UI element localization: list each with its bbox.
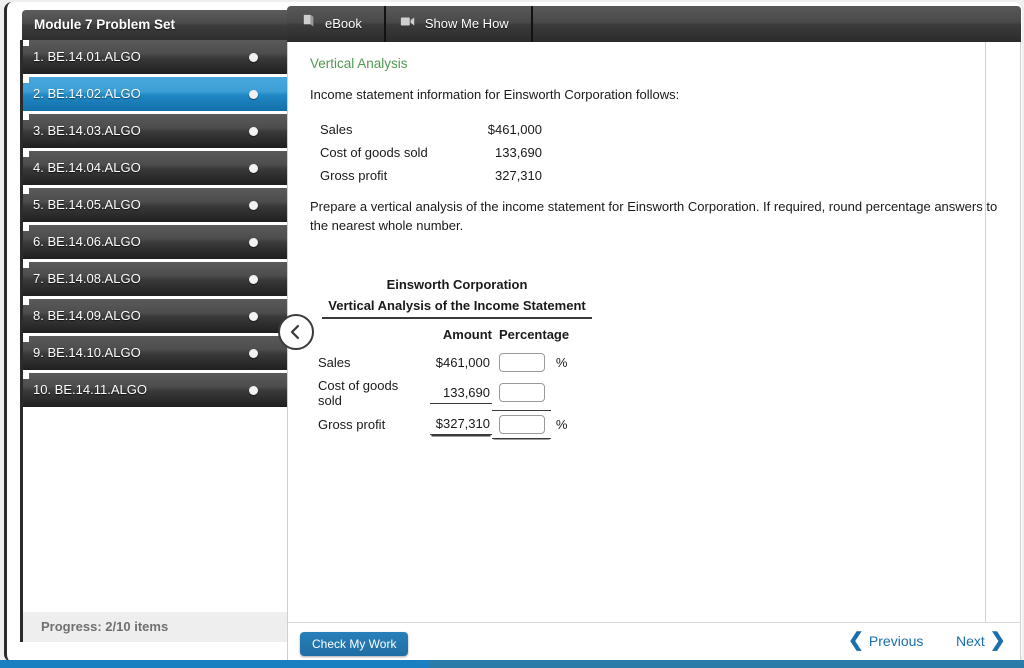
table-row: Sales $461,000% — [318, 348, 569, 376]
sidebar-panel: 1. BE.14.01.ALGO 2. BE.14.02.ALGO 3. BE.14… — [20, 40, 294, 642]
percentage-input-3[interactable] — [499, 414, 545, 434]
row-percentage-cell — [492, 376, 551, 411]
next-button[interactable]: Next ❯ — [956, 630, 1006, 651]
chevron-left-icon — [290, 324, 300, 340]
tab-show-me-how[interactable]: Show Me How — [386, 6, 533, 42]
row-percentage-cell — [492, 410, 551, 439]
problem-list-item-label: 7. BE.14.08.ALGO — [33, 271, 141, 286]
percentage-input-1[interactable] — [499, 352, 545, 372]
problem-list-item-label: 9. BE.14.10.ALGO — [33, 345, 141, 360]
percentage-input-2[interactable] — [499, 383, 545, 403]
status-dot-icon — [249, 127, 258, 136]
given-data-label: Cost of goods sold — [320, 145, 428, 160]
book-icon — [301, 6, 316, 42]
question-content: Vertical Analysis Income statement infor… — [288, 42, 997, 439]
answer-statement-title: Vertical Analysis of the Income Statemen… — [322, 298, 592, 319]
row-percentage-cell — [492, 348, 551, 376]
problem-list-item-6[interactable]: 6. BE.14.06.ALGO — [23, 225, 291, 259]
problem-list-item-7[interactable]: 7. BE.14.08.ALGO — [23, 262, 291, 296]
row-amount-value: $327,310 — [430, 413, 492, 435]
chevron-left-icon: ❮ — [848, 630, 864, 651]
problem-list-item-label: 2. BE.14.02.ALGO — [33, 86, 141, 101]
status-dot-icon — [249, 349, 258, 358]
video-camera-icon — [400, 6, 416, 42]
tab-label: eBook — [325, 16, 362, 31]
status-dot-icon — [249, 201, 258, 210]
given-data-row: Cost of goods sold 133,690 — [320, 141, 564, 164]
previous-label: Previous — [868, 633, 924, 649]
header-percentage: Percentage — [499, 327, 570, 342]
problem-list-item-9[interactable]: 9. BE.14.10.ALGO — [23, 336, 291, 370]
row-amount-value: 133,690 — [430, 382, 492, 404]
problem-list-item-1[interactable]: 1. BE.14.01.ALGO — [23, 40, 291, 74]
row-label: Gross profit — [318, 416, 386, 432]
table-row: Gross profit $327,310% — [318, 410, 569, 439]
row-amount-cell: $461,000 — [430, 348, 492, 376]
status-dot-icon — [249, 238, 258, 247]
question-intro: Income statement information for Einswor… — [310, 87, 680, 102]
row-label: Sales — [318, 354, 351, 370]
status-dot-icon — [249, 53, 258, 62]
next-label: Next — [956, 633, 985, 649]
vertical-analysis-table: Amount Percentage Sales $461,000% Cost of … — [318, 323, 569, 439]
given-data-value: 133,690 — [495, 145, 542, 160]
percent-symbol: % — [555, 354, 568, 370]
status-dot-icon — [249, 275, 258, 284]
question-instruction: Prepare a vertical analysis of the incom… — [310, 199, 998, 233]
row-amount-cell: $327,310 — [430, 410, 492, 438]
application-window: Module 7 Problem Set 1. BE.14.01.ALGO 2. … — [0, 0, 1024, 668]
problem-list-item-label: 3. BE.14.03.ALGO — [33, 123, 141, 138]
content-right-divider — [985, 42, 986, 622]
answer-company-name: Einsworth Corporation — [386, 277, 528, 292]
row-amount-cell: 133,690 — [430, 376, 492, 410]
given-data-row: Sales $461,000 — [320, 118, 564, 141]
tab-bar: eBook Show Me How — [287, 6, 1021, 42]
answer-section: Einsworth Corporation Vertical Analysis … — [318, 277, 980, 439]
problem-list-item-5[interactable]: 5. BE.14.05.ALGO — [23, 188, 291, 222]
row-amount-value: $461,000 — [435, 354, 490, 370]
sidebar-collapse-button[interactable] — [278, 314, 314, 350]
row-label: Cost of goods sold — [318, 378, 399, 408]
given-data-label: Gross profit — [320, 168, 388, 183]
problem-list-item-4[interactable]: 4. BE.14.04.ALGO — [23, 151, 291, 185]
problem-list-item-2[interactable]: 2. BE.14.02.ALGO — [23, 77, 291, 111]
table-row: Cost of goods sold 133,690 — [318, 376, 569, 411]
header-amount: Amount — [442, 327, 492, 342]
content-area: Vertical Analysis Income statement infor… — [287, 42, 1021, 622]
sidebar-header-title: Module 7 Problem Set — [22, 10, 294, 40]
given-data-row: Gross profit 327,310 — [320, 164, 564, 187]
given-data-table: Sales $461,000 Cost of goods sold 133,690 Gr… — [320, 118, 564, 187]
status-dot-icon — [249, 312, 258, 321]
problem-list-item-3[interactable]: 3. BE.14.03.ALGO — [23, 114, 291, 148]
previous-button[interactable]: ❮ Previous — [848, 630, 924, 651]
problem-list-item-label: 4. BE.14.04.ALGO — [33, 160, 141, 175]
header-blank — [318, 323, 430, 348]
problem-list-item-label: 1. BE.14.01.ALGO — [33, 49, 141, 64]
check-my-work-button[interactable]: Check My Work — [300, 632, 409, 656]
sidebar: Module 7 Problem Set 1. BE.14.01.ALGO 2. … — [14, 4, 314, 664]
problem-list-item-label: 6. BE.14.06.ALGO — [33, 234, 141, 249]
chevron-right-icon: ❯ — [989, 630, 1006, 651]
given-data-value: $461,000 — [487, 122, 542, 137]
status-dot-icon — [249, 386, 258, 395]
table-header-row: Amount Percentage — [318, 323, 569, 348]
problem-list[interactable]: 1. BE.14.01.ALGO 2. BE.14.02.ALGO 3. BE.14… — [23, 40, 291, 636]
status-dot-icon — [249, 164, 258, 173]
percent-symbol: % — [555, 416, 568, 432]
footer-bar: Check My Work ❮ Previous Next ❯ — [287, 622, 1021, 660]
problem-list-item-label: 5. BE.14.05.ALGO — [33, 197, 141, 212]
problem-list-item-8[interactable]: 8. BE.14.09.ALGO — [23, 299, 291, 333]
problem-list-item-label: 8. BE.14.09.ALGO — [33, 308, 141, 323]
problem-list-item-10[interactable]: 10. BE.14.11.ALGO — [23, 373, 291, 407]
problem-list-item-label: 10. BE.14.11.ALGO — [33, 382, 147, 397]
question-title: Vertical Analysis — [310, 56, 408, 71]
percent-symbol — [551, 376, 569, 410]
tab-label: Show Me How — [424, 16, 509, 31]
bottom-accent-strip-right — [430, 660, 1024, 668]
progress-label: Progress: 2/10 items — [23, 612, 291, 642]
status-dot-icon — [249, 90, 258, 99]
given-data-value: 327,310 — [495, 168, 542, 183]
tab-ebook[interactable]: eBook — [287, 6, 386, 42]
given-data-label: Sales — [320, 122, 353, 137]
